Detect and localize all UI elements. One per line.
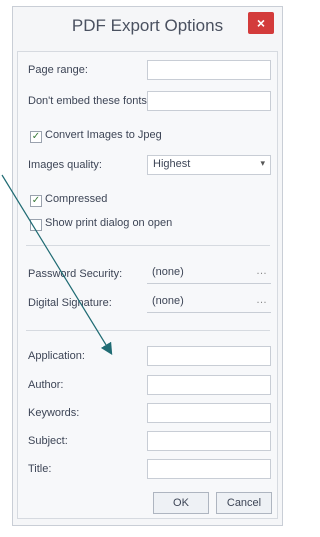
annotation-arrow xyxy=(1,174,113,356)
